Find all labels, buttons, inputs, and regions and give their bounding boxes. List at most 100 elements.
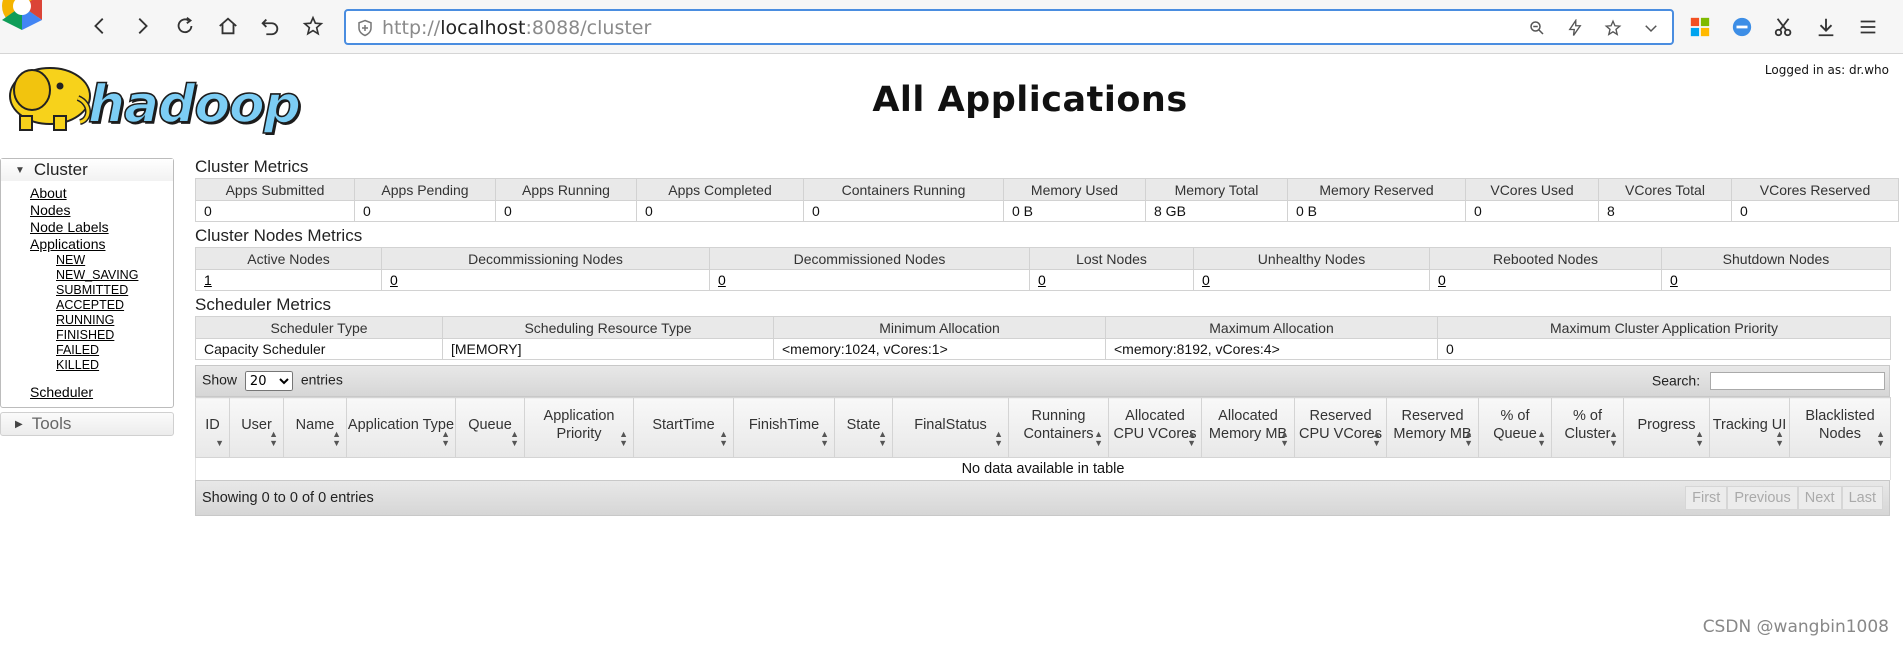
site-security-icon[interactable] <box>356 19 374 37</box>
metric-value: 0 <box>354 200 496 222</box>
metric-value: 8 <box>1598 200 1732 222</box>
metric-header: VCores Total <box>1598 178 1732 201</box>
screenshot-scissors-icon[interactable] <box>1770 14 1798 40</box>
sidebar-state-submitted[interactable]: SUBMITTED <box>56 283 173 298</box>
lost-nodes-link[interactable]: 0 <box>1038 272 1046 288</box>
pager-last-button[interactable]: Last <box>1841 485 1883 510</box>
sort-desc-icon: ▼ <box>215 438 224 448</box>
metric-value: 0 <box>195 200 355 222</box>
favorite-icon[interactable] <box>1602 17 1624 39</box>
reload-icon[interactable] <box>171 12 199 40</box>
sort-icon: ▲ ▼ <box>1187 429 1196 448</box>
back-icon[interactable] <box>86 12 114 40</box>
scheduler-metrics-title: Scheduler Metrics <box>195 295 332 314</box>
metric-value: 8 GB <box>1145 200 1288 222</box>
column-header-id[interactable]: ID ▼ <box>195 397 230 458</box>
sidebar-state-new-saving[interactable]: NEW_SAVING <box>56 268 173 283</box>
metric-header: Apps Completed <box>636 178 804 201</box>
column-header-percent-of-queue[interactable]: % of Queue ▲ ▼ <box>1478 397 1552 458</box>
sidebar: ▼ Cluster About Nodes Node Labels Applic… <box>0 158 174 436</box>
lightning-icon[interactable] <box>1564 17 1586 39</box>
metric-header: Scheduler Type <box>195 316 443 339</box>
search-input[interactable] <box>1710 372 1885 390</box>
column-header-name[interactable]: Name ▲ ▼ <box>283 397 347 458</box>
column-header-final-status[interactable]: FinalStatus ▲ ▼ <box>892 397 1009 458</box>
column-header-reserved-cpu-vcores[interactable]: Reserved CPU VCores ▲ ▼ <box>1294 397 1387 458</box>
metric-header: Minimum Allocation <box>773 316 1106 339</box>
sort-icon: ▲ ▼ <box>619 429 628 448</box>
entries-per-page-select[interactable]: 20 <box>244 371 293 391</box>
scheduler-metrics-table: Scheduler Type Scheduling Resource Type … <box>195 316 1891 360</box>
metric-header: Scheduling Resource Type <box>442 316 774 339</box>
column-header-allocated-cpu-vcores[interactable]: Allocated CPU VCores ▲ ▼ <box>1108 397 1202 458</box>
column-header-queue[interactable]: Queue ▲ ▼ <box>455 397 525 458</box>
pager-first-button[interactable]: First <box>1685 485 1728 510</box>
decommissioning-nodes-link[interactable]: 0 <box>390 272 398 288</box>
bookmark-star-icon[interactable] <box>299 12 327 40</box>
column-header-user[interactable]: User ▲ ▼ <box>229 397 284 458</box>
column-header-start-time[interactable]: StartTime ▲ ▼ <box>633 397 734 458</box>
unhealthy-nodes-link[interactable]: 0 <box>1202 272 1210 288</box>
sidebar-state-failed[interactable]: FAILED <box>56 343 173 358</box>
column-header-application-type[interactable]: Application Type ▲ ▼ <box>346 397 456 458</box>
extension-icon[interactable] <box>1728 14 1756 40</box>
download-icon[interactable] <box>1812 14 1840 40</box>
node-metrics-table: Active Nodes Decommissioning Nodes Decom… <box>195 247 1891 291</box>
sidebar-state-finished[interactable]: FINISHED <box>56 328 173 343</box>
metric-header: Decommissioning Nodes <box>381 247 710 270</box>
showing-entries-info: Showing 0 to 0 of 0 entries <box>202 489 374 506</box>
active-nodes-link[interactable]: 1 <box>204 272 212 288</box>
sort-icon: ▲ ▼ <box>1464 429 1473 448</box>
column-header-percent-of-cluster[interactable]: % of Cluster ▲ ▼ <box>1551 397 1624 458</box>
sidebar-link-nodes[interactable]: Nodes <box>30 202 173 219</box>
zoom-icon[interactable] <box>1526 17 1548 39</box>
metric-header: VCores Used <box>1465 178 1599 201</box>
rebooted-nodes-link[interactable]: 0 <box>1438 272 1446 288</box>
column-header-allocated-memory-mb[interactable]: Allocated Memory MB ▲ ▼ <box>1201 397 1295 458</box>
home-icon[interactable] <box>214 12 242 40</box>
url-text[interactable]: http://localhost:8088/cluster <box>382 17 651 39</box>
column-header-state[interactable]: State ▲ ▼ <box>834 397 893 458</box>
metric-header: Memory Total <box>1145 178 1288 201</box>
column-header-running-containers[interactable]: Running Containers ▲ ▼ <box>1008 397 1109 458</box>
sort-icon: ▲ ▼ <box>1372 429 1381 448</box>
column-header-blacklisted-nodes[interactable]: Blacklisted Nodes ▲ ▼ <box>1789 397 1891 458</box>
main-content: Cluster Metrics Apps Submitted Apps Pend… <box>195 156 1899 516</box>
column-header-application-priority[interactable]: Application Priority ▲ ▼ <box>524 397 634 458</box>
cluster-metrics: Cluster Metrics Apps Submitted Apps Pend… <box>195 156 1899 222</box>
forward-icon[interactable] <box>128 12 156 40</box>
column-header-reserved-memory-mb[interactable]: Reserved Memory MB ▲ ▼ <box>1386 397 1479 458</box>
column-header-finish-time[interactable]: FinishTime ▲ ▼ <box>733 397 835 458</box>
tools-section[interactable]: ▶ Tools <box>0 412 174 436</box>
metric-header: Apps Submitted <box>195 178 355 201</box>
undo-icon[interactable] <box>256 12 284 40</box>
metric-header: Active Nodes <box>195 247 382 270</box>
cluster-section-header[interactable]: ▼ Cluster <box>1 159 173 181</box>
column-header-tracking-ui[interactable]: Tracking UI ▲ ▼ <box>1709 397 1790 458</box>
cluster-metrics-table: Apps Submitted Apps Pending Apps Running… <box>195 178 1899 222</box>
sidebar-state-killed[interactable]: KILLED <box>56 358 173 373</box>
address-bar[interactable]: http://localhost:8088/cluster <box>344 9 1674 45</box>
scheduler-metrics: Scheduler Metrics Scheduler Type Schedul… <box>195 294 1891 360</box>
sort-icon: ▲ ▼ <box>994 429 1003 448</box>
menu-icon[interactable] <box>1854 14 1882 40</box>
cluster-label: Cluster <box>33 160 88 179</box>
sidebar-link-scheduler[interactable]: Scheduler <box>30 384 173 401</box>
decommissioned-nodes-link[interactable]: 0 <box>718 272 726 288</box>
sidebar-link-node-labels[interactable]: Node Labels <box>30 219 173 236</box>
sidebar-state-accepted[interactable]: ACCEPTED <box>56 298 173 313</box>
sidebar-link-applications[interactable]: Applications <box>30 236 173 253</box>
apps-grid-icon[interactable] <box>1686 14 1714 40</box>
shutdown-nodes-link[interactable]: 0 <box>1670 272 1678 288</box>
pager-previous-button[interactable]: Previous <box>1727 485 1798 510</box>
chevron-down-icon[interactable] <box>1640 17 1662 39</box>
sidebar-link-about[interactable]: About <box>30 185 173 202</box>
sidebar-state-running[interactable]: RUNNING <box>56 313 173 328</box>
entries-label: entries <box>300 371 343 388</box>
metric-header: Memory Reserved <box>1287 178 1466 201</box>
sidebar-state-new[interactable]: NEW <box>56 253 173 268</box>
column-header-progress[interactable]: Progress ▲ ▼ <box>1623 397 1710 458</box>
watermark: CSDN @wangbin1008 <box>1702 617 1889 637</box>
pager-next-button[interactable]: Next <box>1797 485 1842 510</box>
sort-icon: ▲ ▼ <box>1537 429 1546 448</box>
